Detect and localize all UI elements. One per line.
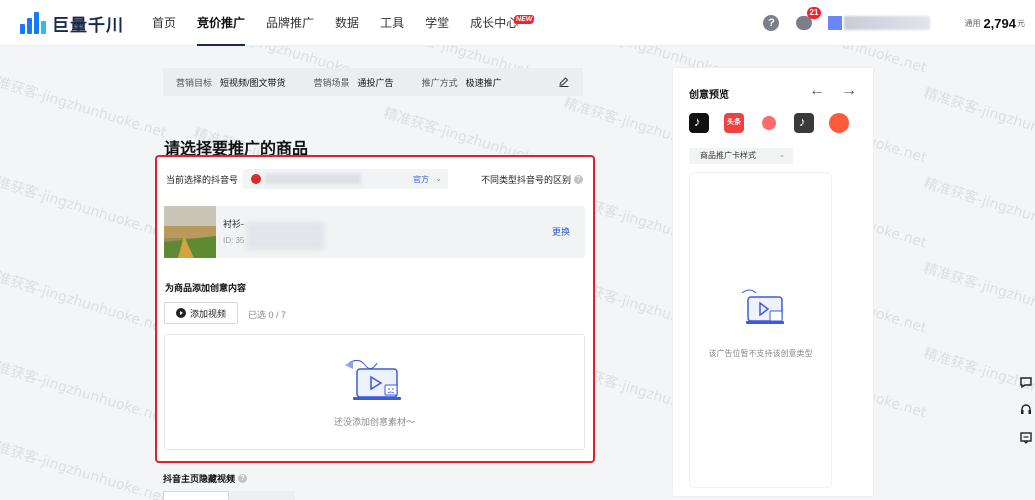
scene-label: 营销场景 xyxy=(313,77,350,88)
creative-empty-state: 还没添加创意素材～ xyxy=(164,334,585,450)
scene-value: 通投广告 xyxy=(357,77,394,88)
account-type-diff-label: 不同类型抖音号的区别 xyxy=(480,175,571,185)
watermark: 精准获客-jingzhunhuoke.net xyxy=(921,175,1035,247)
play-icon xyxy=(175,308,186,318)
logo-icon xyxy=(20,12,46,34)
account-label: 当前选择的抖音号 xyxy=(166,175,239,185)
nav-item-data[interactable]: 数据 xyxy=(335,0,359,46)
arrow-right-icon[interactable]: → xyxy=(841,82,857,100)
account-select[interactable]: 官方 ⌄ xyxy=(243,169,448,189)
account-avatar-icon xyxy=(251,174,261,184)
watermark: 精准获客-jingzhunhuoke.net xyxy=(921,85,1035,157)
product-selection-card: 当前选择的抖音号 官方 ⌄ 不同类型抖音号的区别 ? 衬衫- ID: 35 更换… xyxy=(155,155,595,463)
product-info-redacted xyxy=(246,222,324,250)
empty-creative-text: 还没添加创意素材～ xyxy=(333,417,415,427)
watermark: 精准获客-jingzhunhuoke.net xyxy=(0,170,169,242)
unsupported-illustration xyxy=(741,289,784,324)
new-badge: NEW xyxy=(513,15,535,24)
douyin-lite-icon[interactable] xyxy=(794,113,814,133)
hidden-video-tab-active[interactable] xyxy=(163,491,229,500)
selected-count: 已选 0 / 7 xyxy=(248,310,287,320)
main-nav: 首页 竞价推广 品牌推广 数据 工具 学堂 成长中心 NEW xyxy=(152,0,539,46)
top-nav-bar: 巨量千川 首页 竞价推广 品牌推广 数据 工具 学堂 成长中心 NEW ? 21… xyxy=(0,0,1035,46)
preview-title: 创意预览 xyxy=(689,90,729,101)
edit-icon[interactable] xyxy=(559,77,569,87)
nav-item-academy[interactable]: 学堂 xyxy=(425,0,449,46)
product-name: 衬衫- xyxy=(223,219,244,229)
customer-service-icon[interactable] xyxy=(1019,403,1033,417)
empty-video-illustration xyxy=(345,359,401,400)
preview-style-value: 商品推广卡样式 xyxy=(700,151,756,160)
nav-item-brand[interactable]: 品牌推广 xyxy=(266,0,314,46)
nav-item-growth-label: 成长中心 xyxy=(470,16,519,30)
message-icon[interactable]: 21 xyxy=(796,7,822,30)
question-icon: ? xyxy=(574,175,583,184)
watermark: 精准获客-jingzhunhuoke.net xyxy=(0,435,169,500)
balance-unit: 元 xyxy=(1017,18,1025,28)
preview-style-select[interactable]: 商品推广卡样式 ⌄ xyxy=(689,148,793,164)
selected-product: 衬衫- ID: 35 更换 xyxy=(164,206,585,258)
brand-name: 巨量千川 xyxy=(52,15,124,35)
avatar[interactable] xyxy=(828,16,843,30)
watermark: 精准获客-jingzhunhuoke.net xyxy=(0,70,169,142)
creative-preview-panel: 创意预览 ← → 头条 商品推广卡样式 ⌄ 该广告位暂不支持该创意类型 xyxy=(672,67,874,497)
hidden-video-label: 抖音主页隐藏视频 xyxy=(163,474,236,484)
arrow-left-icon[interactable]: ← xyxy=(809,82,825,100)
preview-unsupported-text: 该广告位暂不支持该创意类型 xyxy=(708,349,813,358)
top-right-tools: ? 21 通用 2,794 元 xyxy=(763,0,1025,46)
nav-item-home[interactable]: 首页 xyxy=(152,0,176,46)
help-icon[interactable]: ? xyxy=(763,15,780,31)
account-name-redacted xyxy=(265,174,361,184)
huoshan-icon[interactable] xyxy=(829,113,849,133)
xigua-icon[interactable] xyxy=(759,113,779,133)
hidden-video-section: 抖音主页隐藏视频 ? xyxy=(163,472,248,485)
creative-section-label: 为商品添加创意内容 xyxy=(165,283,247,293)
toutiao-icon[interactable]: 头条 xyxy=(724,113,744,133)
nav-item-tools[interactable]: 工具 xyxy=(380,0,404,46)
side-toolbar xyxy=(1016,375,1035,459)
platform-tabs: 头条 xyxy=(689,113,849,133)
watermark: 精准获客-jingzhunhuoke.net xyxy=(0,355,169,427)
add-video-button[interactable]: 添加视频 xyxy=(164,302,238,324)
official-tag: 官方 xyxy=(413,175,429,184)
watermark: 精准获客-jingzhunhuoke.net xyxy=(0,265,169,337)
feedback-icon[interactable] xyxy=(1019,375,1033,389)
account-name-redacted[interactable] xyxy=(844,16,931,30)
chevron-down-icon: ⌄ xyxy=(779,152,785,159)
campaign-steps-bar: 营销目标 短视频/图文带货 营销场景 通投广告 推广方式 极速推广 xyxy=(163,68,583,96)
nav-item-bidding[interactable]: 竞价推广 xyxy=(197,0,246,46)
message-count-badge: 21 xyxy=(806,7,822,19)
nav-item-growth[interactable]: 成长中心 NEW xyxy=(470,0,535,46)
product-thumbnail xyxy=(164,206,216,258)
question-icon[interactable]: ? xyxy=(238,474,248,483)
method-value: 极速推广 xyxy=(465,77,502,88)
swap-product-button[interactable]: 更换 xyxy=(552,225,570,238)
douyin-icon[interactable] xyxy=(689,113,709,133)
product-id: ID: 35 xyxy=(223,236,245,245)
goal-value: 短视频/图文带货 xyxy=(220,77,286,88)
watermark: 精准获客-jingzhunhuoke.net xyxy=(921,260,1035,332)
account-type-diff-link[interactable]: 不同类型抖音号的区别 ? xyxy=(481,173,583,186)
comment-icon[interactable] xyxy=(1019,431,1033,445)
preview-phone-frame: 该广告位暂不支持该创意类型 xyxy=(689,172,832,488)
add-video-label: 添加视频 xyxy=(189,308,226,319)
brand-logo[interactable]: 巨量千川 xyxy=(20,10,124,36)
hidden-video-tab[interactable] xyxy=(229,491,295,500)
balance-value: 2,794 xyxy=(983,15,1016,31)
chevron-down-icon: ⌄ xyxy=(435,174,442,183)
method-label: 推广方式 xyxy=(421,77,458,88)
goal-label: 营销目标 xyxy=(176,77,213,88)
balance-label: 通用 xyxy=(964,18,981,28)
